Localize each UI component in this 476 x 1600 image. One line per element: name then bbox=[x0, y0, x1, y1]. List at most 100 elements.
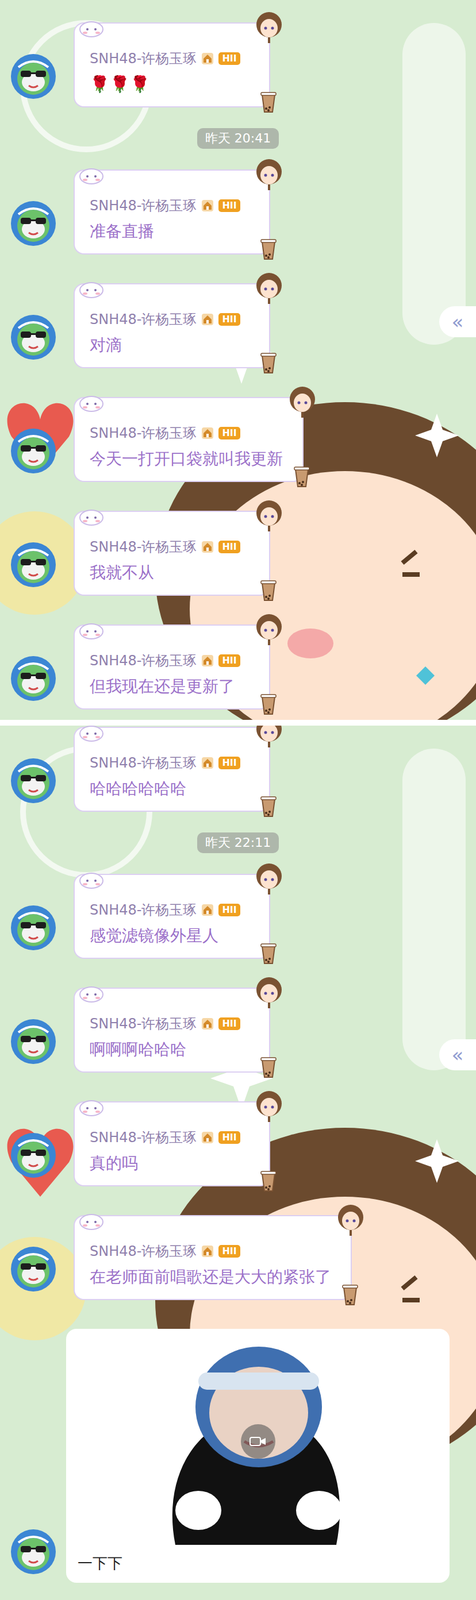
video-message[interactable]: 一下下 bbox=[66, 1329, 450, 1584]
avatar-icon[interactable] bbox=[10, 53, 57, 100]
girl-icon bbox=[254, 10, 284, 44]
message-row: SNH48-许杨玉琢HII 真的吗 bbox=[0, 1102, 476, 1188]
message-bubble[interactable]: SNH48-许杨玉琢 HII 对滴 bbox=[73, 283, 271, 369]
house-icon bbox=[201, 540, 214, 554]
sheep-icon bbox=[78, 166, 105, 186]
avatar-icon[interactable] bbox=[10, 1133, 57, 1180]
message-text: 准备直播 bbox=[89, 220, 250, 244]
house-icon bbox=[201, 313, 214, 326]
level-badge: HII bbox=[218, 904, 240, 917]
girl-icon bbox=[254, 613, 284, 646]
timestamp: 昨天 22:11 bbox=[197, 833, 279, 854]
message-row: SNH48-许杨玉琢 HII 今天一打开口袋就叫我更新 bbox=[0, 397, 476, 483]
message-bubble[interactable]: SNH48-许杨玉琢 HII 今天一打开口袋就叫我更新 bbox=[73, 397, 304, 483]
camera-icon bbox=[249, 1436, 267, 1449]
sender-name[interactable]: SNH48-许杨玉琢 bbox=[89, 424, 197, 443]
sheep-icon bbox=[78, 507, 105, 528]
avatar-icon[interactable] bbox=[10, 1246, 57, 1293]
sender-name[interactable]: SNH48-许杨玉琢 bbox=[89, 311, 197, 329]
girl-icon bbox=[254, 976, 284, 1009]
message-text: 哈哈哈哈哈哈 bbox=[89, 777, 250, 801]
level-badge: HII bbox=[218, 52, 240, 65]
avatar-icon[interactable] bbox=[10, 428, 57, 475]
play-button[interactable] bbox=[240, 1425, 276, 1460]
sender-line: SNH48-许杨玉琢HII bbox=[89, 1129, 250, 1147]
sender-name[interactable]: SNH48-许杨玉琢 bbox=[89, 538, 197, 556]
message-bubble[interactable]: SNH48-许杨玉琢HII准备直播 bbox=[73, 169, 271, 255]
message-row: SNH48-许杨玉琢 HII 对滴 bbox=[0, 283, 476, 369]
sender-name[interactable]: SNH48-许杨玉琢 bbox=[89, 1129, 197, 1147]
girl-icon bbox=[254, 158, 284, 191]
message-text: 对滴 bbox=[89, 334, 250, 357]
message-text: 在老师面前唱歌还是大大的紧张了 bbox=[89, 1266, 332, 1290]
avatar-icon[interactable] bbox=[10, 200, 57, 247]
boba-cup-icon bbox=[259, 237, 278, 261]
video-thumbnail[interactable] bbox=[77, 1338, 439, 1546]
message-bubble[interactable]: SNH48-许杨玉琢HII在老师面前唱歌还是大大的紧张了 bbox=[73, 1215, 352, 1301]
sender-line: SNH48-许杨玉琢 HII bbox=[89, 424, 283, 443]
message-bubble[interactable]: SNH48-许杨玉琢HII感觉滤镜像外星人 bbox=[73, 874, 271, 960]
message-bubble[interactable]: SNH48-许杨玉琢HII 真的吗 bbox=[73, 1102, 271, 1188]
sender-line: SNH48-许杨玉琢HII bbox=[89, 1015, 250, 1034]
message-row: SNH48-许杨玉琢 HII 🌹🌹🌹 bbox=[0, 22, 476, 108]
boba-cup-icon bbox=[259, 795, 278, 819]
level-badge: HII bbox=[218, 427, 240, 440]
avatar-icon[interactable] bbox=[10, 1019, 57, 1066]
sender-name[interactable]: SNH48-许杨玉琢 bbox=[89, 754, 197, 773]
girl-icon bbox=[254, 271, 284, 305]
avatar-icon[interactable] bbox=[10, 905, 57, 952]
chat-screen: «SNH48-许杨玉琢HII🌹🌹🌹昨天 20:41SNH48-许杨玉琢HII准备… bbox=[0, 0, 476, 721]
side-tab[interactable]: « bbox=[439, 1039, 476, 1071]
time-row: 昨天 22:11 bbox=[0, 827, 476, 860]
side-tab[interactable]: « bbox=[439, 306, 476, 338]
sender-name[interactable]: SNH48-许杨玉琢 bbox=[89, 1243, 197, 1261]
sheep-icon bbox=[78, 1098, 105, 1119]
sender-name[interactable]: SNH48-许杨玉琢 bbox=[89, 1015, 197, 1034]
message-bubble[interactable]: SNH48-许杨玉琢 HII 哈哈哈哈哈哈 bbox=[73, 727, 271, 813]
message-text: 但我现在还是更新了 bbox=[89, 675, 250, 699]
message-bubble[interactable]: SNH48-许杨玉琢HII啊啊啊哈哈哈 bbox=[73, 988, 271, 1074]
sender-name[interactable]: SNH48-许杨玉琢 bbox=[89, 652, 197, 670]
chat-screen: «SNH48-许杨玉琢HII哈哈哈哈哈哈昨天 22:11SNH48-许杨玉琢HI… bbox=[0, 726, 476, 1600]
sender-name[interactable]: SNH48-许杨玉琢 bbox=[89, 50, 197, 68]
level-badge: HII bbox=[218, 757, 240, 770]
message-text: 真的吗 bbox=[89, 1152, 250, 1176]
sheep-icon bbox=[78, 1212, 105, 1232]
message-row: SNH48-许杨玉琢HII准备直播 bbox=[0, 169, 476, 255]
message-bubble[interactable]: SNH48-许杨玉琢 HII 🌹🌹🌹 bbox=[73, 22, 271, 108]
sender-name[interactable]: SNH48-许杨玉琢 bbox=[89, 901, 197, 920]
level-badge: HII bbox=[218, 313, 240, 326]
sheep-icon bbox=[78, 984, 105, 1005]
sheep-icon bbox=[78, 393, 105, 414]
boba-cup-icon bbox=[293, 465, 311, 489]
boba-cup-icon bbox=[259, 692, 278, 716]
avatar-icon[interactable] bbox=[10, 542, 57, 589]
sender-line: SNH48-许杨玉琢 HII bbox=[89, 538, 250, 556]
boba-cup-icon bbox=[259, 1169, 278, 1193]
message-row: SNH48-许杨玉琢HII感觉滤镜像外星人 bbox=[0, 874, 476, 960]
house-icon bbox=[201, 757, 214, 770]
message-bubble[interactable]: SNH48-许杨玉琢 HII 但我现在还是更新了 bbox=[73, 624, 271, 710]
level-badge: HII bbox=[218, 540, 240, 554]
message-row: SNH48-许杨玉琢 HII 但我现在还是更新了 bbox=[0, 624, 476, 710]
house-icon bbox=[201, 427, 214, 440]
message-text: 今天一打开口袋就叫我更新 bbox=[89, 447, 283, 471]
message-row: SNH48-许杨玉琢 HII 哈哈哈哈哈哈 bbox=[0, 727, 476, 813]
girl-icon bbox=[254, 1090, 284, 1123]
boba-cup-icon bbox=[259, 578, 278, 602]
boba-cup-icon bbox=[341, 1283, 359, 1307]
girl-icon bbox=[335, 1204, 366, 1237]
boba-cup-icon bbox=[259, 90, 278, 114]
sheep-icon bbox=[78, 621, 105, 641]
avatar-icon[interactable] bbox=[10, 314, 57, 361]
girl-icon bbox=[254, 726, 284, 748]
message-bubble[interactable]: SNH48-许杨玉琢HII我就不从 bbox=[73, 511, 271, 597]
message-row: SNH48-许杨玉琢HII啊啊啊哈哈哈 bbox=[0, 988, 476, 1074]
sender-line: SNH48-许杨玉琢 HII bbox=[89, 652, 250, 670]
avatar-icon[interactable] bbox=[10, 655, 57, 702]
avatar-icon[interactable] bbox=[10, 1529, 57, 1576]
avatar-icon[interactable] bbox=[10, 758, 57, 805]
sender-name[interactable]: SNH48-许杨玉琢 bbox=[89, 197, 197, 215]
message-text: 🌹🌹🌹 bbox=[89, 73, 250, 97]
level-badge: HII bbox=[218, 654, 240, 668]
